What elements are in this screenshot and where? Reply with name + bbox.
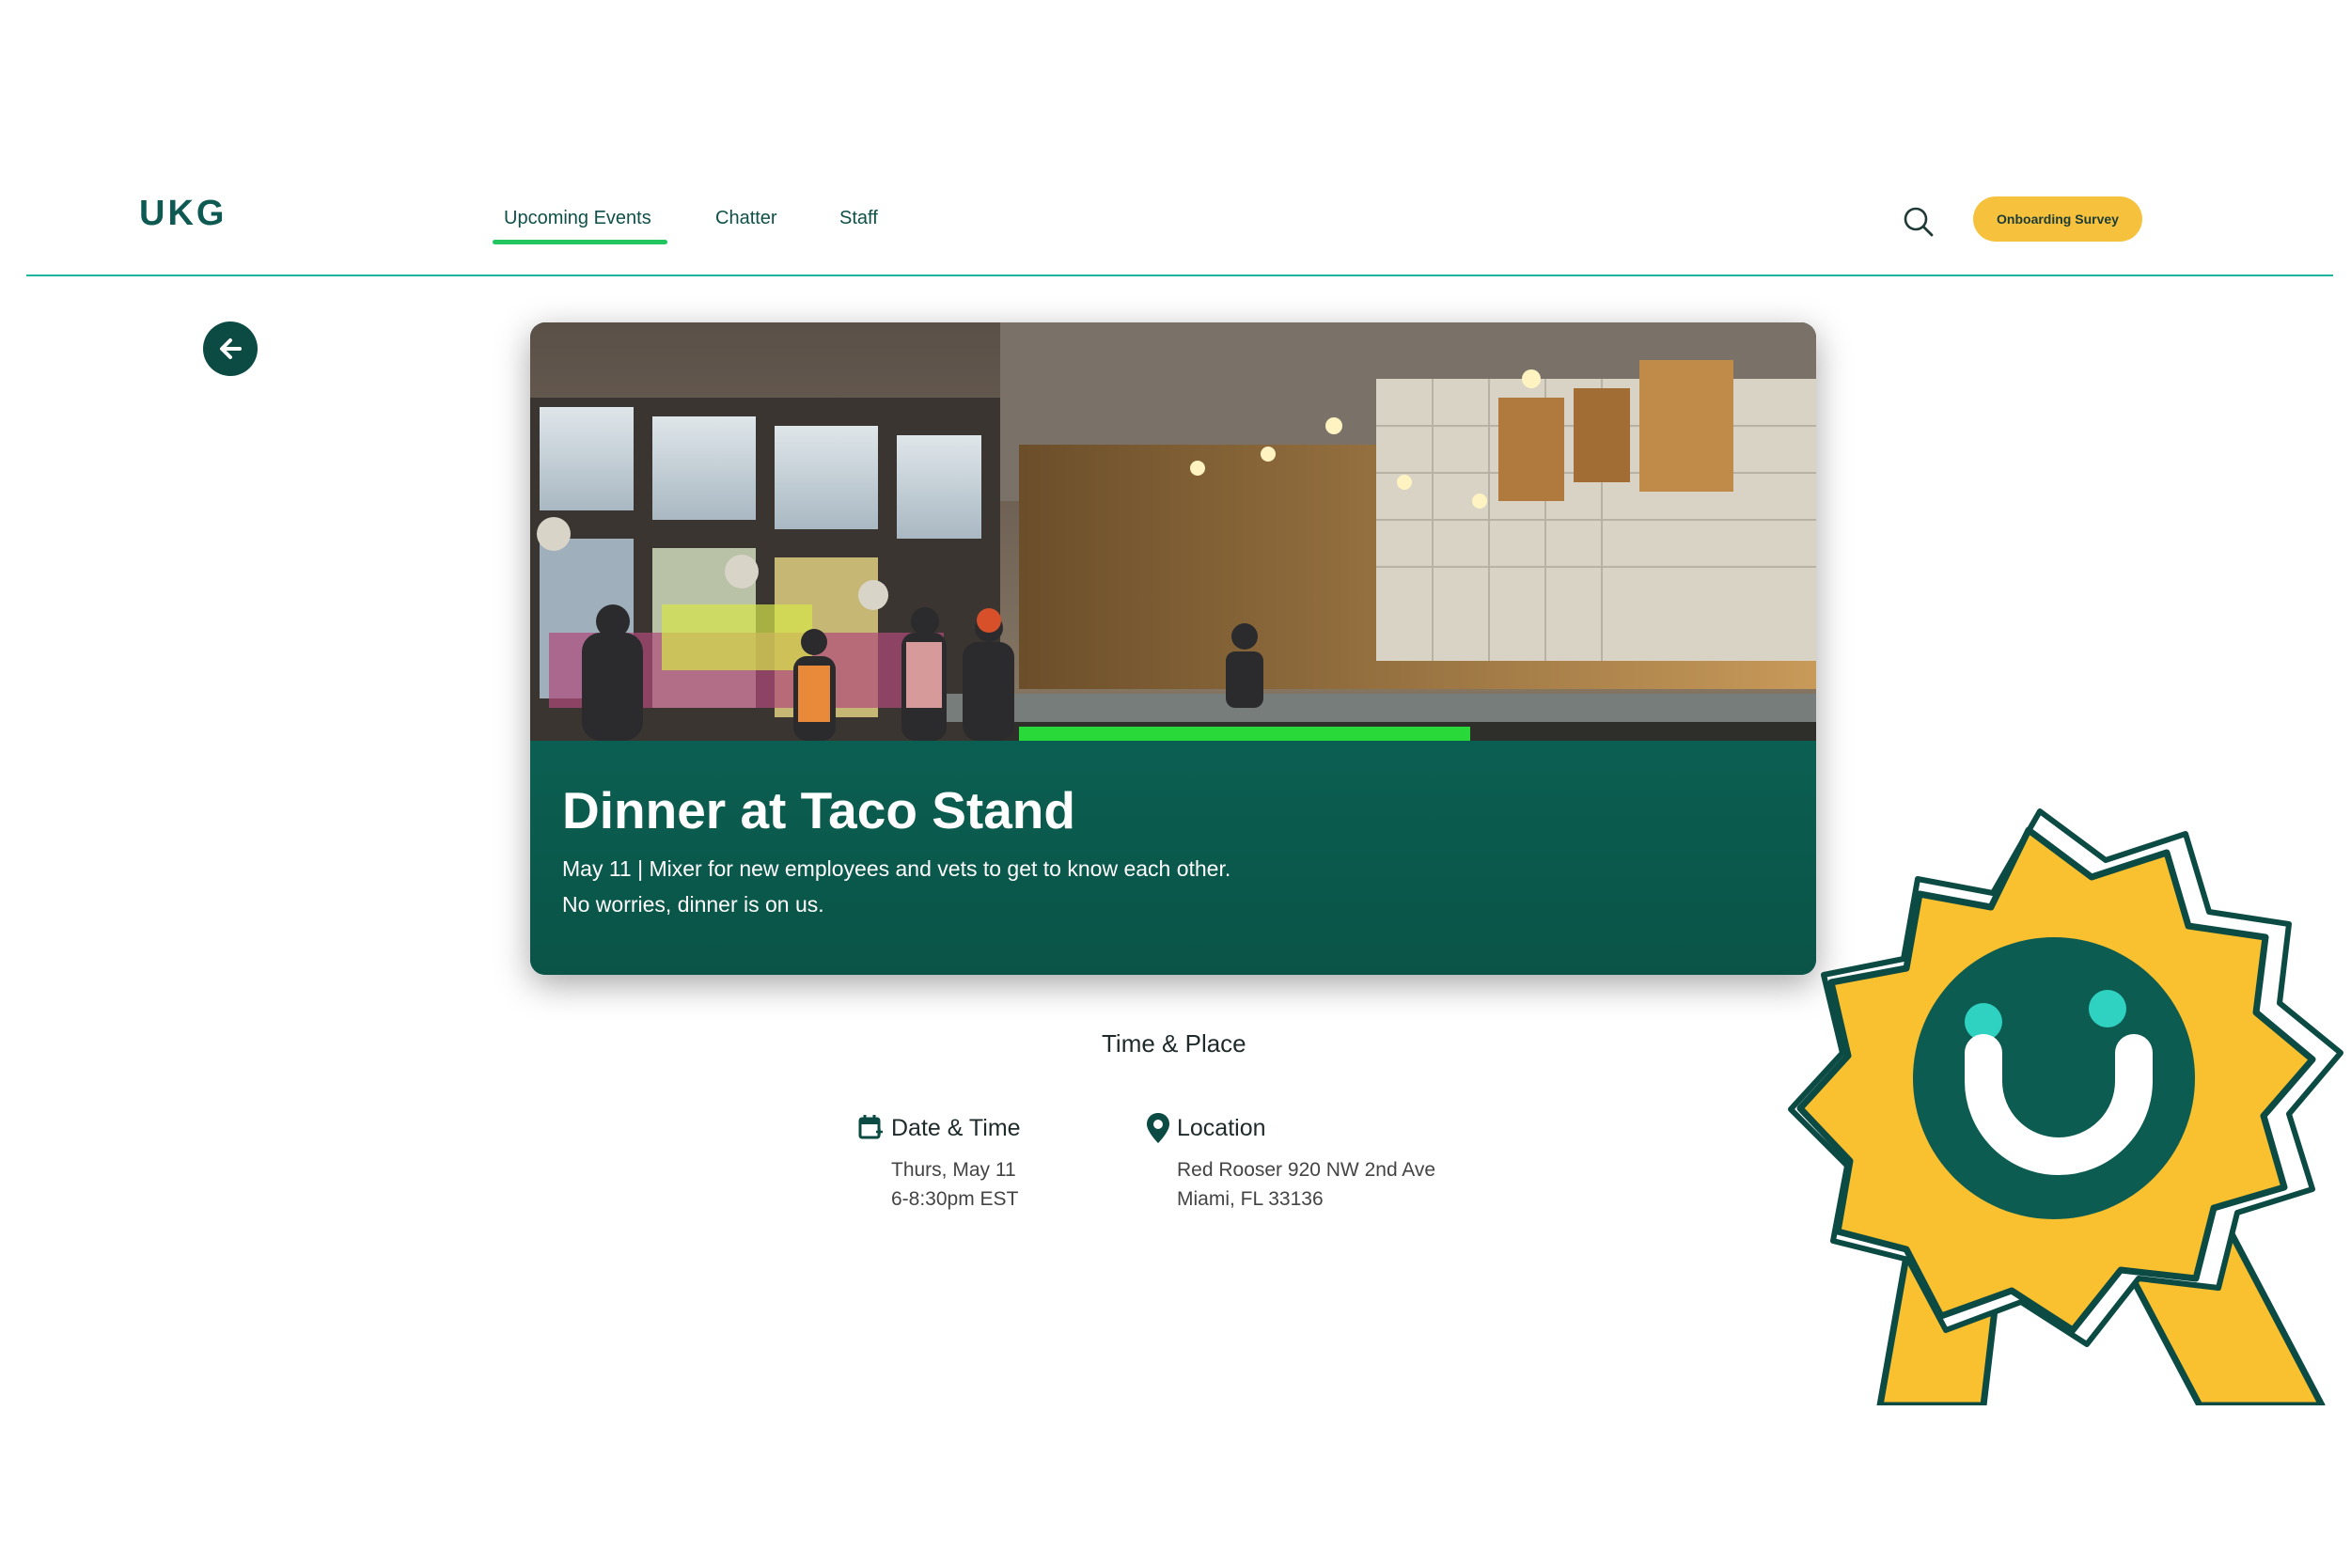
location-address: Red Rooser 920 NW 2nd Ave: [1177, 1159, 1436, 1181]
nav-chatter[interactable]: Chatter: [715, 208, 777, 229]
nav-staff[interactable]: Staff: [839, 208, 878, 229]
event-description: May 11 | Mixer for new employees and vet…: [562, 856, 1231, 917]
search-icon[interactable]: [1901, 204, 1936, 240]
calendar-icon: [857, 1113, 884, 1141]
event-date: Thurs, May 11: [891, 1159, 1016, 1181]
ukg-logo[interactable]: UKG: [139, 194, 227, 234]
back-button[interactable]: [203, 321, 258, 376]
event-card: Dinner at Taco Stand May 11 | Mixer for …: [530, 322, 1816, 975]
location-city: Miami, FL 33136: [1177, 1188, 1324, 1210]
onboarding-survey-button[interactable]: Onboarding Survey: [1973, 196, 2142, 242]
arrow-left-icon: [220, 338, 242, 359]
location-label: Location: [1177, 1115, 1266, 1141]
nav-upcoming-events[interactable]: Upcoming Events: [504, 208, 651, 229]
smiley-award-badge: [1786, 804, 2350, 1409]
date-time-label: Date & Time: [891, 1115, 1021, 1141]
map-pin-icon: [1145, 1111, 1171, 1145]
nav-active-indicator: [493, 240, 667, 244]
header-divider: [26, 274, 2333, 276]
time-place-heading: Time & Place: [1102, 1029, 1246, 1058]
event-photo: [530, 322, 1816, 741]
event-time: 6-8:30pm EST: [891, 1188, 1019, 1210]
event-title: Dinner at Taco Stand: [562, 781, 1075, 839]
